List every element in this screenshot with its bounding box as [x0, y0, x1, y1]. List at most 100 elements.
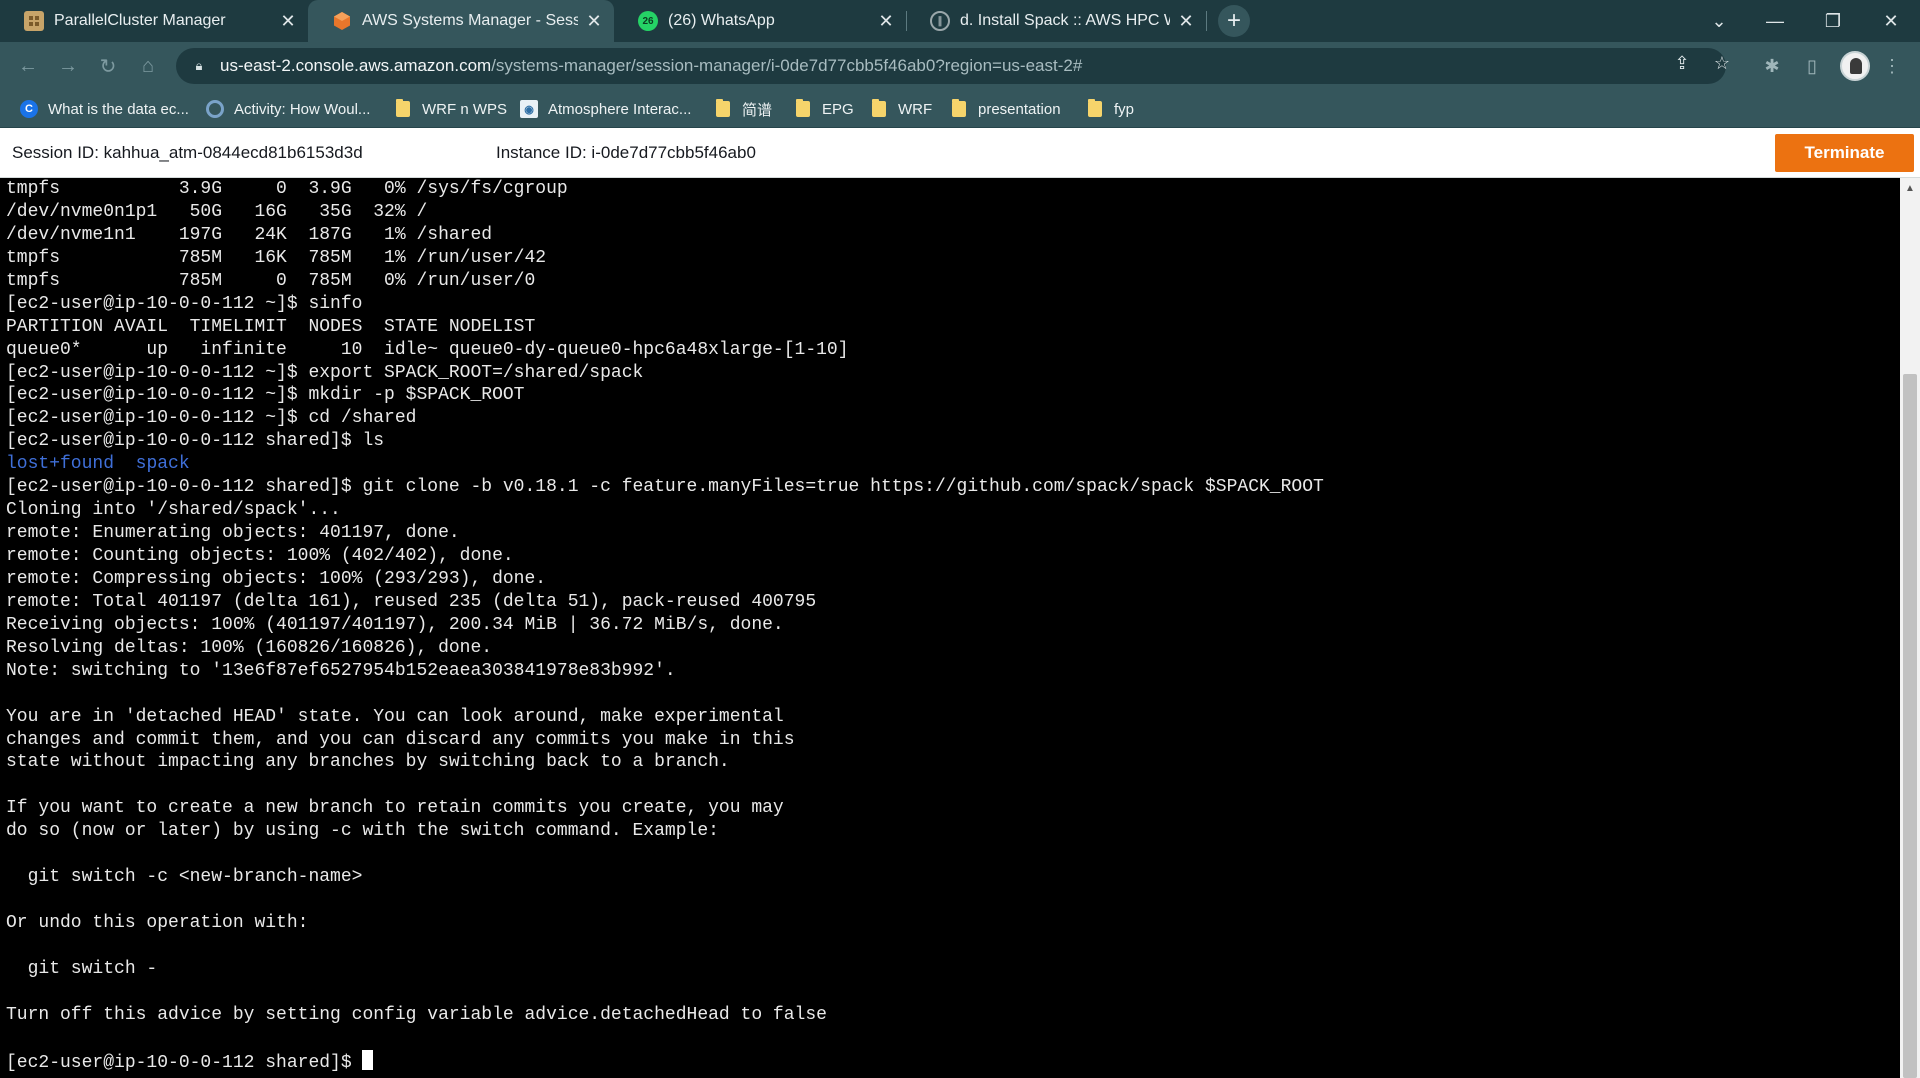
- terminal-line-text: If you want to create a new branch to re…: [6, 798, 784, 819]
- terminal-line: remote: Enumerating objects: 401197, don…: [6, 522, 1324, 545]
- terminal-line: [ec2-user@ip-10-0-0-112 ~]$ mkdir -p $SP…: [6, 384, 1324, 407]
- close-window-icon[interactable]: ✕: [1868, 0, 1914, 42]
- terminal-line-text: do so (now or later) by using -c with th…: [6, 821, 719, 842]
- terminal-line: You are in 'detached HEAD' state. You ca…: [6, 706, 1324, 729]
- terminal-line: Or undo this operation with:: [6, 912, 1324, 935]
- bookmark-label: Activity: How Woul...: [234, 100, 371, 118]
- tab-divider: [1206, 11, 1207, 31]
- terminal-line: Receiving objects: 100% (401197/401197),…: [6, 614, 1324, 637]
- reload-icon[interactable]: ↻: [92, 50, 124, 82]
- terminal-line-text: remote: Compressing objects: 100% (293/2…: [6, 568, 547, 589]
- close-tab-icon[interactable]: ✕: [278, 11, 298, 31]
- terminal-line-text: tmpfs 3.9G 0 3.9G 0% /sys/fs/cgroup: [6, 179, 568, 199]
- terminal-cursor: [362, 1049, 374, 1070]
- terminal-line-text: Or undo this operation with:: [6, 913, 309, 933]
- tab-aws-systems-manager[interactable]: AWS Systems Manager - Session ✕: [308, 0, 614, 42]
- home-icon[interactable]: ⌂: [132, 50, 164, 82]
- folder-icon: [872, 99, 886, 117]
- terminal-scrollbar[interactable]: ▲: [1900, 178, 1920, 1078]
- folder-icon: [952, 99, 966, 117]
- folder-icon: [716, 99, 730, 117]
- terminal-line: changes and commit them, and you can dis…: [6, 729, 1324, 752]
- url-path: /systems-manager/session-manager/i-0de7d…: [491, 56, 1083, 75]
- side-panel-icon[interactable]: ▯: [1800, 54, 1824, 78]
- lock-icon[interactable]: 🔒︎: [190, 57, 208, 75]
- parallelcluster-icon: [24, 11, 44, 31]
- bookmark-label: EPG: [822, 100, 854, 118]
- aws-workshop-icon: ∥: [930, 11, 950, 31]
- terminal-line-text: PARTITION AVAIL TIMELIMIT NODES STATE NO…: [6, 316, 536, 337]
- tab-title: AWS Systems Manager - Session: [362, 12, 578, 29]
- close-tab-icon[interactable]: ✕: [1176, 11, 1196, 31]
- tab-divider: [906, 11, 907, 31]
- bookmark-item[interactable]: C What is the data ec...: [20, 98, 189, 120]
- globe-site-icon: ◉: [520, 100, 538, 118]
- close-tab-icon[interactable]: ✕: [584, 11, 604, 31]
- terminal-output: tmpfs 3.9G 0 3.9G 0% /sys/fs/cgroup/dev/…: [6, 178, 1324, 1073]
- scrollbar-thumb[interactable]: [1903, 374, 1917, 1078]
- terminal-line-text: /dev/nvme0n1p1 50G 16G 35G 32% /: [6, 201, 428, 222]
- forward-arrow-icon[interactable]: →: [52, 50, 84, 82]
- directory-entry: spack: [135, 454, 190, 475]
- terminal-line: tmpfs 785M 0 785M 0% /run/user/0: [6, 270, 1324, 293]
- bookmark-folder[interactable]: fyp: [1088, 98, 1134, 120]
- terminal-line-text: tmpfs 785M 0 785M 0% /run/user/0: [6, 270, 536, 291]
- url-text[interactable]: us-east-2.console.aws.amazon.com/systems…: [220, 56, 1082, 76]
- terminal-line: remote: Compressing objects: 100% (293/2…: [6, 568, 1324, 591]
- back-arrow-icon[interactable]: ←: [12, 50, 44, 82]
- profile-avatar[interactable]: [1840, 51, 1870, 81]
- terminal-line-text: Note: switching to '13e6f87ef6527954b152…: [6, 660, 676, 681]
- menu-dots-icon[interactable]: ⋮: [1880, 54, 1904, 78]
- terminal-line: tmpfs 3.9G 0 3.9G 0% /sys/fs/cgroup: [6, 178, 1324, 201]
- scroll-up-arrow-icon[interactable]: ▲: [1900, 178, 1920, 198]
- terminal-line-text: [ec2-user@ip-10-0-0-112 ~]$ mkdir -p $SP…: [6, 385, 525, 406]
- terminal-line-text: [ec2-user@ip-10-0-0-112 shared]$ git clo…: [6, 477, 1324, 498]
- bookmark-folder[interactable]: EPG: [796, 98, 854, 120]
- terminal-line: [ec2-user@ip-10-0-0-112 shared]$ ls: [6, 430, 1324, 453]
- terminal-line-text: [ec2-user@ip-10-0-0-112 shared]$: [6, 1052, 363, 1073]
- minimize-icon[interactable]: —: [1752, 0, 1798, 42]
- bookmark-item[interactable]: ◉ Atmosphere Interac...: [520, 98, 691, 120]
- instance-id: Instance ID: i-0de7d77cbb5f46ab0: [496, 143, 756, 162]
- terminal-line: If you want to create a new branch to re…: [6, 797, 1324, 820]
- tab-title: ParallelCluster Manager: [54, 12, 226, 29]
- tab-search-chevron-icon[interactable]: ⌄: [1696, 0, 1742, 42]
- folder-icon: [396, 99, 410, 117]
- terminal-line-text: queue0* up infinite 10 idle~ queue0-dy-q…: [6, 339, 849, 360]
- terminal-line-text: [ec2-user@ip-10-0-0-112 ~]$ sinfo: [6, 293, 363, 314]
- bookmark-folder[interactable]: WRF: [872, 98, 932, 120]
- terminal-line: git switch -c <new-branch-name>: [6, 866, 1324, 889]
- close-tab-icon[interactable]: ✕: [876, 11, 896, 31]
- terminal-line-text: /dev/nvme1n1 197G 24K 187G 1% /shared: [6, 224, 493, 245]
- terminal-line-text: [ec2-user@ip-10-0-0-112 ~]$ export SPACK…: [6, 362, 644, 383]
- bookmark-label: WRF: [898, 100, 933, 118]
- address-bar[interactable]: 🔒︎ us-east-2.console.aws.amazon.com/syst…: [176, 48, 1726, 84]
- restore-icon[interactable]: ❐: [1810, 0, 1856, 42]
- bookmark-label: fyp: [1114, 100, 1135, 118]
- bookmarks-bar: C What is the data ec... Activity: How W…: [0, 90, 1920, 128]
- terminal-line-text: state without impacting any branches by …: [6, 752, 730, 773]
- tab-install-spack[interactable]: ∥ d. Install Spack :: AWS HPC Work ✕: [906, 0, 1206, 42]
- tab-whatsapp[interactable]: 26 (26) WhatsApp ✕: [614, 0, 906, 42]
- extensions-icon[interactable]: ✱: [1760, 54, 1784, 78]
- terminal-line: state without impacting any branches by …: [6, 751, 1324, 774]
- terminal-line: [ec2-user@ip-10-0-0-112 ~]$ sinfo: [6, 293, 1324, 316]
- aws-ssm-icon: [332, 11, 352, 31]
- terminal-line: Cloning into '/shared/spack'...: [6, 499, 1324, 522]
- terminal-line-text: [ec2-user@ip-10-0-0-112 shared]$ ls: [6, 431, 385, 452]
- bookmark-item[interactable]: Activity: How Woul...: [206, 98, 370, 120]
- bookmark-folder[interactable]: presentation: [952, 98, 1061, 120]
- share-icon[interactable]: ⇪: [1670, 51, 1694, 75]
- tab-title: d. Install Spack :: AWS HPC Work: [960, 12, 1170, 29]
- terminate-button[interactable]: Terminate: [1775, 134, 1914, 172]
- new-tab-button[interactable]: +: [1218, 5, 1250, 37]
- terminal-line: PARTITION AVAIL TIMELIMIT NODES STATE NO…: [6, 316, 1324, 339]
- bookmark-folder[interactable]: 简谱: [716, 98, 772, 120]
- terminal-line-text: changes and commit them, and you can dis…: [6, 729, 795, 750]
- bookmark-star-icon[interactable]: ☆: [1710, 51, 1734, 75]
- terminal-window[interactable]: tmpfs 3.9G 0 3.9G 0% /sys/fs/cgroup/dev/…: [0, 178, 1900, 1078]
- tab-parallelcluster-manager[interactable]: ParallelCluster Manager ✕: [0, 0, 308, 42]
- bookmark-folder[interactable]: WRF n WPS: [396, 98, 507, 120]
